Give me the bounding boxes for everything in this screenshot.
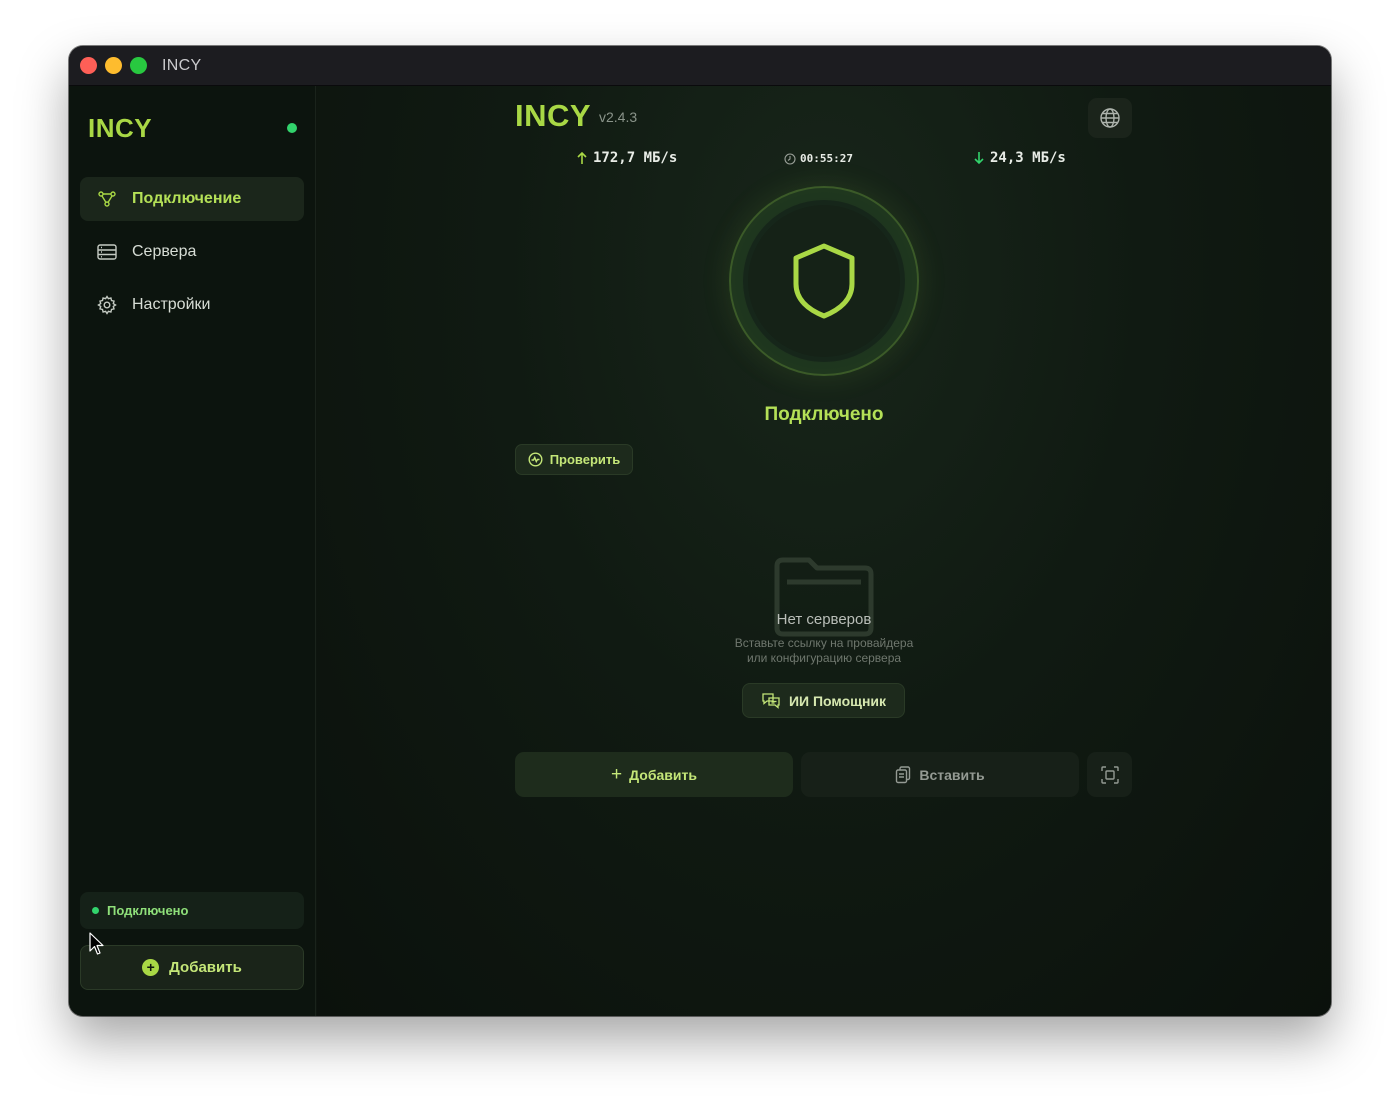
empty-state-subtitle-line: Вставьте ссылку на провайдера [734, 636, 914, 650]
window-controls [80, 57, 147, 74]
chat-bubbles-icon [762, 692, 780, 709]
session-timer-value: 00:55:27 [800, 152, 853, 165]
add-server-button[interactable]: + Добавить [515, 752, 793, 797]
download-speed: 24,3 МБ/s [972, 150, 1066, 166]
arrow-down-icon [974, 152, 984, 165]
sidebar-status-label: Подключено [107, 903, 189, 918]
shield-icon [793, 243, 855, 319]
scan-qr-button[interactable] [1087, 752, 1132, 797]
pulse-icon [528, 452, 543, 467]
empty-state-subtitle-line: или конфигурацию сервера [746, 651, 902, 665]
sidebar-add-label: Добавить [169, 959, 242, 976]
sidebar-item-label: Настройки [132, 296, 211, 313]
title-bar: INCY [69, 46, 1331, 86]
window-title: INCY [162, 56, 202, 74]
clock-icon [784, 152, 796, 165]
session-timer: 00:55:27 [784, 152, 853, 165]
sidebar-brand: INCY [88, 113, 153, 143]
paste-label: Вставить [919, 766, 985, 783]
sidebar: INCY Подключение Сервера Настройки Подкл… [69, 86, 316, 1016]
shield-circle [748, 205, 900, 357]
connection-status: Подключено [764, 404, 884, 425]
sidebar-item-servers[interactable]: Сервера [80, 230, 304, 274]
sidebar-item-settings[interactable]: Настройки [80, 283, 304, 327]
mouse-pointer-icon [89, 932, 104, 955]
close-window-button[interactable] [80, 57, 97, 74]
globe-icon [1100, 108, 1120, 128]
plus-icon: + [611, 763, 623, 785]
minimize-window-button[interactable] [105, 57, 122, 74]
ai-assistant-label: ИИ Помощник [788, 692, 887, 709]
app-window: INCY INCY Подключение Сервера Настройки … [69, 46, 1331, 1016]
add-server-label: Добавить [629, 766, 697, 783]
check-button[interactable]: Проверить [515, 444, 633, 475]
ai-assistant-button[interactable]: ИИ Помощник [742, 683, 905, 718]
zoom-window-button[interactable] [130, 57, 147, 74]
upload-speed: 172,7 МБ/s [575, 150, 677, 166]
check-button-label: Проверить [549, 452, 621, 467]
sidebar-add-button[interactable]: + Добавить [80, 945, 304, 990]
version-label: v2.4.3 [599, 109, 638, 125]
sidebar-nav: Подключение Сервера Настройки [80, 177, 304, 336]
server-list-icon [97, 244, 117, 260]
download-speed-value: 24,3 МБ/s [990, 150, 1066, 166]
app-title: INCY [515, 98, 592, 133]
gear-icon [97, 295, 117, 315]
status-dot [92, 907, 99, 914]
empty-state-subtitle: Вставьте ссылку на провайдера или конфиг… [317, 636, 1331, 666]
sidebar-item-connection[interactable]: Подключение [80, 177, 304, 221]
connection-indicator-dot [287, 123, 297, 133]
language-button[interactable] [1088, 98, 1132, 138]
sidebar-item-label: Подключение [132, 190, 242, 207]
nodes-icon [98, 191, 116, 207]
upload-speed-value: 172,7 МБ/s [593, 150, 678, 166]
arrow-up-icon [577, 151, 587, 164]
main-panel: INCY v2.4.3 172,7 МБ/s 00:55:27 24,3 МБ/… [317, 86, 1331, 1016]
plus-circle-icon: + [142, 959, 160, 976]
connect-toggle-button[interactable] [729, 186, 919, 376]
empty-state-title: Нет серверов [776, 611, 872, 628]
paste-button[interactable]: Вставить [801, 752, 1079, 797]
scan-icon [1100, 765, 1119, 784]
clipboard-icon [896, 765, 911, 783]
sidebar-item-label: Сервера [132, 243, 197, 260]
sidebar-status-badge: Подключено [80, 892, 304, 929]
